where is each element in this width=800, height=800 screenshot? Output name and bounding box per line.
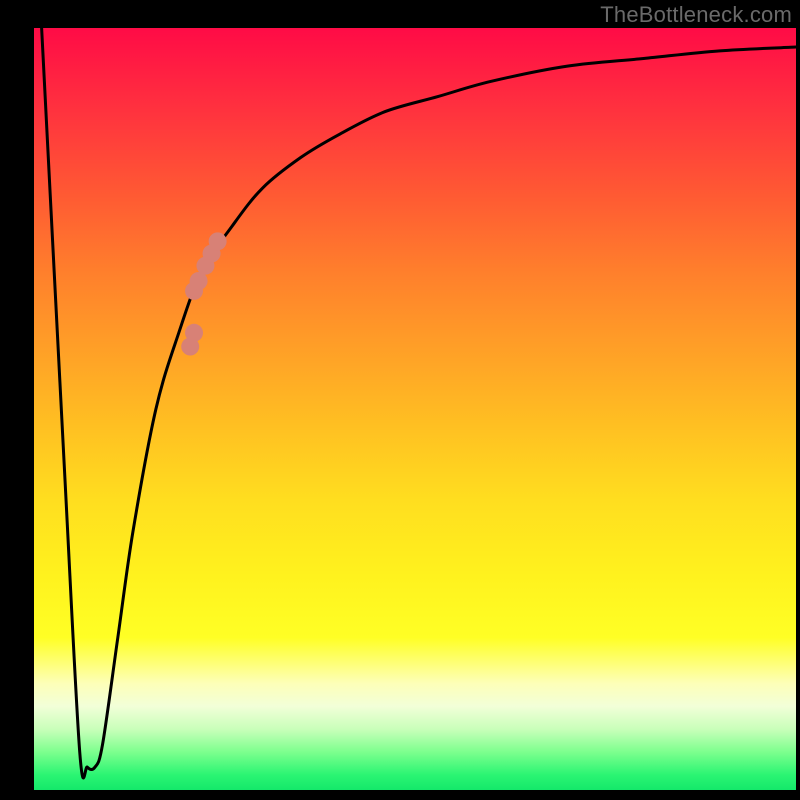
chart-frame: TheBottleneck.com (0, 0, 800, 800)
highlight-marker (181, 338, 199, 356)
highlight-markers (181, 232, 226, 355)
highlight-marker (209, 232, 227, 250)
watermark-text: TheBottleneck.com (600, 2, 792, 28)
marker-layer (34, 28, 796, 790)
